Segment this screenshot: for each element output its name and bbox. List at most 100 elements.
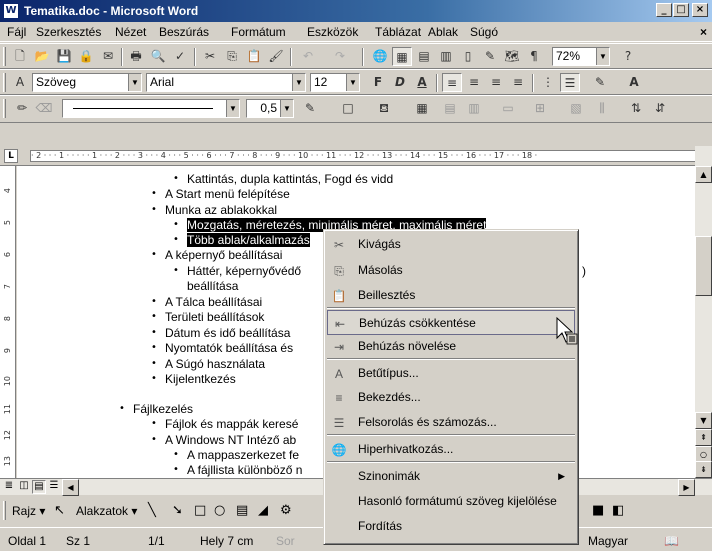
menu-file[interactable]: Fájl [7, 25, 26, 39]
bullets-icon[interactable]: ☰ [560, 73, 580, 92]
text-box-icon[interactable]: ▤ [236, 503, 248, 518]
chevron-down-icon[interactable]: ▼ [346, 74, 359, 91]
highlight-icon[interactable]: ✎ [590, 73, 610, 92]
open-folder-icon[interactable]: 📂 [32, 47, 52, 66]
insert-table-icon[interactable]: ▤ [414, 47, 434, 66]
maximize-button[interactable]: □ [673, 3, 689, 17]
print-icon[interactable]: 🖶 [126, 47, 146, 66]
spelling-icon[interactable]: ✓ [170, 47, 190, 66]
distribute-rows-icon[interactable]: ⊞ [530, 99, 550, 118]
insert-excel-icon[interactable]: ▥ [436, 47, 456, 66]
draw-table-icon[interactable]: ✏ [12, 99, 32, 118]
copy-icon[interactable]: ⎘ [222, 47, 242, 66]
context-menu-item[interactable]: 📋 Beillesztés [327, 283, 575, 308]
context-menu-item[interactable]: ⇥ Behúzás növelése [327, 334, 575, 359]
scroll-right-icon[interactable]: ▶ [678, 479, 695, 496]
document-line[interactable]: Kattintás, dupla kattintás, Fogd és vidd [187, 172, 393, 186]
3d-icon[interactable]: ◧ [612, 503, 624, 518]
document-line[interactable]: Területi beállítások [165, 310, 264, 324]
document-line[interactable]: Fájlok és mappák keresé [165, 417, 298, 431]
context-menu-item[interactable]: ≡ Bekezdés... [327, 385, 575, 410]
chevron-down-icon[interactable]: ▼ [292, 74, 305, 91]
show-hide-icon[interactable]: ¶ [524, 47, 544, 66]
document-line[interactable]: A mappaszerkezet fe [187, 448, 299, 462]
drawing-icon[interactable]: ✎ [480, 47, 500, 66]
document-line[interactable]: A Windows NT Intéző ab [165, 433, 296, 447]
print-preview-icon[interactable]: 🔍 [148, 47, 168, 66]
document-line[interactable]: Kijelentkezés [165, 372, 236, 386]
menu-edit[interactable]: Szerkesztés [36, 25, 101, 39]
align-cell-icon[interactable]: ▭ [498, 99, 518, 118]
zoom-select[interactable]: 72% ▼ [552, 47, 610, 66]
document-map-icon[interactable]: 🗺 [502, 47, 522, 66]
context-menu-item[interactable]: Fordítás [327, 514, 575, 539]
sort-descending-icon[interactable]: ⇵ [650, 99, 670, 118]
doc-close-icon[interactable]: × [700, 25, 707, 39]
menu-tools[interactable]: Eszközök [307, 25, 358, 39]
menu-help[interactable]: Súgó [470, 25, 498, 39]
columns-icon[interactable]: ▯ [458, 47, 478, 66]
border-color-icon[interactable]: ✎ [300, 99, 320, 118]
split-cells-icon[interactable]: ▥ [464, 99, 484, 118]
previous-page-icon[interactable]: ⇞ [695, 429, 712, 446]
scroll-down-icon[interactable]: ▼ [695, 412, 712, 429]
numbering-icon[interactable]: ⋮ [538, 73, 558, 92]
next-page-icon[interactable]: ⇟ [695, 461, 712, 478]
context-menu-item[interactable]: ⇤ Behúzás csökkentése [327, 310, 575, 335]
align-left-icon[interactable]: ≡ [442, 73, 462, 92]
wordart-icon[interactable]: ◢ [258, 503, 268, 518]
menu-table[interactable]: Táblázat [375, 25, 421, 39]
word-app-icon[interactable]: W [3, 3, 19, 19]
redo-icon[interactable]: ↷ [330, 47, 350, 66]
diagram-icon[interactable]: ⚙ [280, 503, 292, 518]
context-menu-item[interactable]: ⎘ Másolás [327, 258, 575, 283]
italic-button[interactable]: D [390, 73, 410, 92]
help-icon[interactable]: ? [618, 47, 638, 66]
chevron-down-icon[interactable]: ▼ [596, 48, 609, 65]
font-color-icon[interactable]: A [624, 73, 644, 92]
new-document-icon[interactable]: 🗋 [10, 47, 30, 66]
context-menu-item[interactable]: 🌐 Hiperhivatkozás... [327, 437, 575, 462]
spelling-status-icon[interactable]: 📖 [664, 534, 679, 548]
document-line[interactable]: Munka az ablakokkal [165, 203, 277, 217]
print-view-icon[interactable]: ▤ [32, 480, 46, 494]
context-menu-item[interactable]: Hasonló formátumú szöveg kijelölése [327, 489, 575, 514]
line-tool-icon[interactable]: ╲ [148, 503, 156, 518]
document-line[interactable]: A Súgó használata [165, 357, 265, 371]
document-line-tail[interactable]: ) [582, 264, 586, 278]
paste-icon[interactable]: 📋 [244, 47, 264, 66]
insert-table-icon[interactable]: ▦ [412, 99, 432, 118]
toolbar-grip[interactable] [3, 73, 6, 92]
text-direction-icon[interactable]: ⫼ [592, 99, 612, 118]
close-button[interactable]: × [692, 3, 708, 17]
email-icon[interactable]: ✉ [98, 47, 118, 66]
context-menu-item[interactable]: ☰ Felsorolás és számozás... [327, 410, 575, 435]
context-menu-item[interactable]: Szinonimák ▶ [327, 464, 575, 489]
scroll-left-icon[interactable]: ◀ [62, 479, 79, 496]
document-line[interactable]: Több ablak/alkalmazás [187, 233, 310, 247]
document-line[interactable]: beállítása [187, 279, 238, 293]
line-width-select[interactable]: 0,5 ▼ [246, 99, 294, 118]
horizontal-ruler[interactable]: L · 2 · · · 1 · · · · · 1 · · · 2 · · · … [0, 146, 712, 166]
menu-view[interactable]: Nézet [115, 25, 146, 39]
document-line[interactable]: A Tálca beállításai [165, 295, 262, 309]
format-painter-icon[interactable]: 🖌 [266, 47, 286, 66]
select-objects-icon[interactable]: ↖ [54, 503, 65, 518]
document-line[interactable]: Fájlkezelés [133, 402, 193, 416]
arrow-tool-icon[interactable]: ➘ [172, 503, 183, 518]
minimize-button[interactable]: _ [656, 3, 672, 17]
cut-icon[interactable]: ✂ [200, 47, 220, 66]
chevron-down-icon[interactable]: ▼ [128, 74, 141, 91]
oval-tool-icon[interactable]: ○ [214, 503, 225, 518]
merge-cells-icon[interactable]: ▤ [440, 99, 460, 118]
menu-format[interactable]: Formátum [231, 25, 286, 39]
styles-icon[interactable]: A [10, 73, 30, 92]
permission-icon[interactable]: 🔒 [76, 47, 96, 66]
menu-insert[interactable]: Beszúrás [159, 25, 209, 39]
align-center-icon[interactable]: ≡ [464, 73, 484, 92]
scroll-up-icon[interactable]: ▲ [695, 166, 712, 183]
outside-border-icon[interactable]: □ [338, 99, 358, 118]
document-line[interactable]: A Start menü felépítése [165, 187, 290, 201]
toolbar-grip[interactable] [3, 47, 6, 66]
underline-button[interactable]: A [412, 73, 432, 92]
